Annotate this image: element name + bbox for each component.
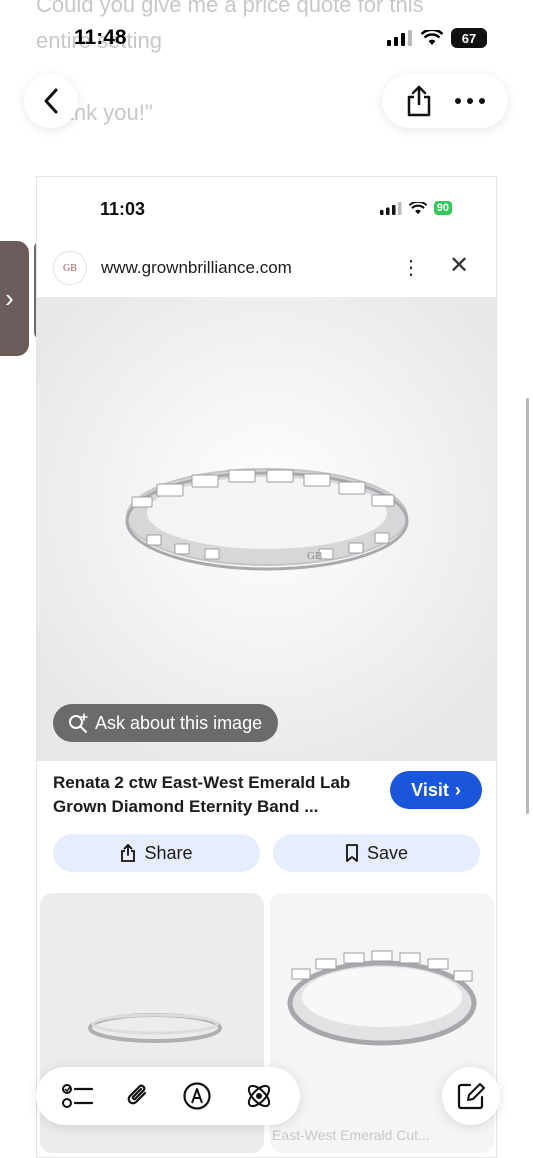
ask-about-image-label: Ask about this image [95,712,263,733]
more-vertical-icon: ⋮ [401,257,421,279]
background-message-line: Could you give me a price quote for this [36,0,424,17]
visit-label: Visit [411,779,449,800]
url-text: www.grownbrilliance.com [101,258,292,277]
ai-icon[interactable] [243,1080,275,1112]
wifi-icon [421,30,443,45]
signal-icon [387,30,412,46]
ring-engraving: GB [307,550,322,562]
save-label: Save [366,842,409,863]
share-icon[interactable] [404,84,434,118]
wifi-icon [408,201,427,214]
attached-screenshot[interactable]: 11:03 90 GB www.grownbrilliance.com ⋮ ✕ [36,176,497,1158]
chevron-left-icon [44,88,58,114]
actions-pill [382,74,508,128]
chevron-right-icon: › [454,779,461,800]
screenshot-status-time: 11:03 [100,199,146,219]
chevron-right-icon: › [5,283,14,313]
product-image: GB [37,297,496,761]
status-time: 11:48 [74,26,127,49]
ask-about-image-button[interactable]: Ask about this image [53,704,279,742]
screenshot-status-icons: 90 [379,201,452,215]
screenshot-battery: 90 [433,201,452,215]
site-logo: GB [53,251,87,285]
share-button[interactable]: Share [53,834,260,872]
more-horizontal-icon[interactable] [454,97,486,105]
screenshot-status-bar: 11:03 90 [37,177,496,237]
back-button[interactable] [24,74,78,128]
close-icon: ✕ [449,252,470,279]
ring-illustration: GB [37,297,496,761]
bottom-toolbar [36,1067,300,1125]
visit-button[interactable]: Visit › [390,771,482,809]
status-icons: 67 [387,28,487,48]
markup-icon[interactable] [182,1081,212,1111]
status-bar: 11:48 67 [0,26,533,54]
scroll-indicator[interactable] [526,398,529,814]
share-icon [121,844,136,862]
thumbnail-caption: East-West Emerald Cut... [272,1127,430,1143]
battery-indicator: 67 [451,28,487,48]
compose-icon [457,1083,485,1110]
side-panel-handle[interactable]: › [0,241,29,356]
url-bar: GB www.grownbrilliance.com ⋮ ✕ [37,241,496,296]
share-label: Share [144,842,193,863]
search-sparkle-icon [69,713,88,733]
signal-icon [379,201,402,215]
product-title: Renata 2 ctw East-West Emerald Lab Grown… [53,773,351,816]
save-button[interactable]: Save [273,834,480,872]
checklist-icon[interactable] [61,1083,94,1109]
compose-button[interactable] [442,1067,500,1125]
bookmark-icon [346,844,358,862]
paperclip-icon[interactable] [125,1081,151,1111]
